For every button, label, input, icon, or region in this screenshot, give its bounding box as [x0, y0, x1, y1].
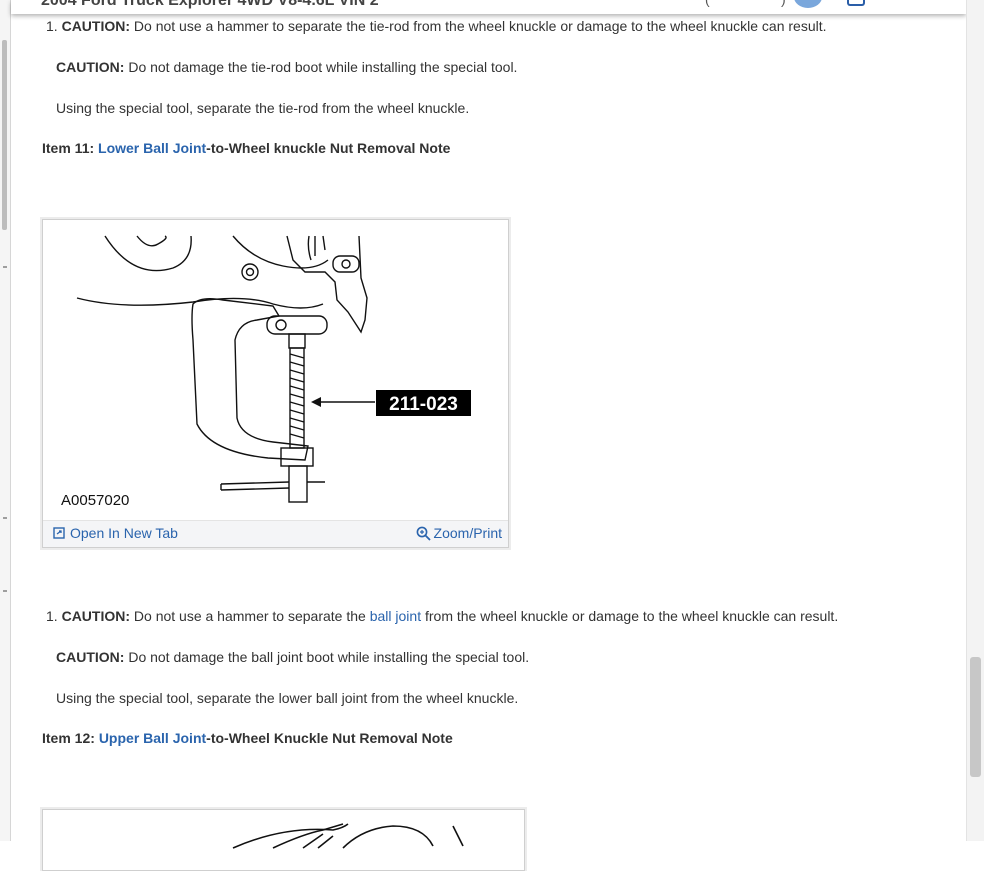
item-heading: Item 12: Upper Ball Joint-to-Wheel Knuck…	[42, 728, 453, 748]
ball-joint-link[interactable]: ball joint	[370, 608, 421, 624]
list-item: 1. CAUTION: Do not use a hammer to separ…	[46, 606, 838, 626]
caution-text: Do not damage the tie-rod boot while ins…	[124, 59, 518, 75]
figure-toolbar: Open In New Tab Zoom/Print	[43, 520, 508, 547]
document-title: 2004 Ford Truck Explorer 4WD V8-4.6L VIN…	[41, 0, 379, 9]
instruction-text: Using the special tool, separate the low…	[56, 690, 519, 706]
item-prefix: Item 12:	[42, 730, 99, 746]
rail-mark	[3, 590, 7, 592]
figure-card: 211-023 A0057020 Open In New Tab Zoom/Pr…	[42, 219, 509, 548]
open-in-new-tab-button[interactable]: Open In New Tab	[53, 525, 178, 541]
header-bracket: (	[705, 0, 710, 7]
list-number: 1.	[46, 608, 58, 624]
zoom-icon	[416, 526, 431, 541]
header-bracket: )	[781, 0, 786, 7]
caution-text: Do not damage the ball joint boot while …	[124, 649, 530, 665]
rail-mark	[3, 266, 7, 268]
item-suffix: -to-Wheel Knuckle Nut Removal Note	[206, 730, 453, 746]
item-suffix: -to-Wheel knuckle Nut Removal Note	[206, 140, 451, 156]
rail-mark	[3, 517, 7, 519]
document-header: 2004 Ford Truck Explorer 4WD V8-4.6L VIN…	[11, 0, 966, 14]
caution-text: Do not use a hammer to separate the	[130, 608, 370, 624]
caution-label: CAUTION:	[61, 608, 131, 624]
caution-label: CAUTION:	[56, 59, 125, 75]
caution-paragraph: CAUTION: Do not damage the ball joint bo…	[56, 647, 529, 667]
user-avatar[interactable]	[794, 0, 822, 8]
instruction-text: Using the special tool, separate the tie…	[56, 100, 470, 116]
item-heading: Item 11: Lower Ball Joint-to-Wheel knuck…	[42, 138, 450, 158]
open-in-new-tab-icon	[53, 527, 65, 539]
right-scroll-thumb[interactable]	[970, 657, 981, 777]
upper-ball-joint-illustration[interactable]	[43, 810, 524, 850]
upper-ball-joint-link[interactable]: Upper Ball Joint	[99, 730, 206, 746]
open-in-new-tab-label: Open In New Tab	[70, 525, 178, 541]
zoom-print-button[interactable]: Zoom/Print	[416, 525, 502, 541]
list-item: 1. CAUTION: Do not use a hammer to separ…	[46, 16, 827, 36]
caution-paragraph: CAUTION: Do not damage the tie-rod boot …	[56, 57, 517, 77]
figure-card	[42, 809, 525, 871]
caution-text: from the wheel knuckle or damage to the …	[421, 608, 839, 624]
tool-number-label: 211-023	[389, 394, 458, 415]
left-scroll-rail[interactable]	[0, 0, 11, 841]
document-icon[interactable]	[847, 0, 865, 6]
ball-joint-separator-illustration[interactable]: 211-023	[43, 220, 508, 520]
right-scrollbar[interactable]	[966, 0, 984, 841]
caution-label: CAUTION:	[56, 649, 125, 665]
lower-ball-joint-link[interactable]: Lower Ball Joint	[98, 140, 206, 156]
zoom-print-label: Zoom/Print	[433, 525, 502, 541]
figure-caption: A0057020	[61, 492, 130, 509]
list-number: 1.	[46, 18, 58, 34]
caution-text: Do not use a hammer to separate the tie-…	[130, 18, 827, 34]
item-prefix: Item 11:	[42, 140, 99, 156]
left-scroll-thumb[interactable]	[2, 40, 7, 230]
caution-label: CAUTION:	[61, 18, 131, 34]
